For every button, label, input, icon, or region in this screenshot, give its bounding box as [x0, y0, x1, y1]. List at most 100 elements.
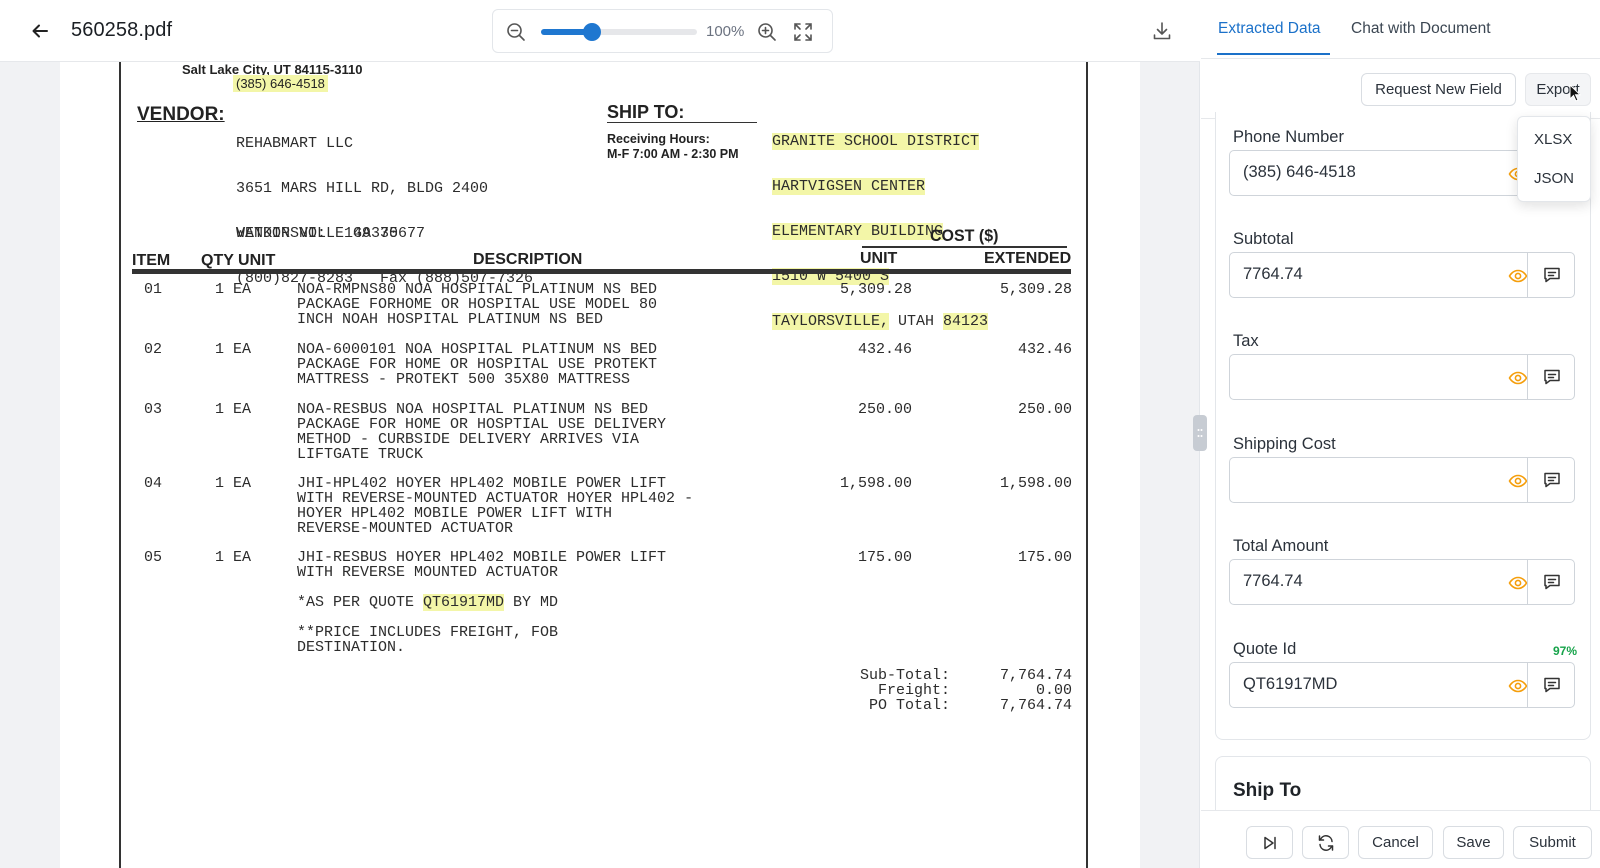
- column-header-description: DESCRIPTION: [473, 251, 583, 268]
- field-value-input[interactable]: [1243, 675, 1493, 694]
- panel-resize-handle[interactable]: [1193, 415, 1207, 451]
- ship-to-line-2: HARTVIGSEN CENTER: [772, 178, 926, 195]
- page-border-left: [119, 62, 121, 868]
- comment-button[interactable]: [1527, 253, 1575, 297]
- receiving-hours-time: M-F 7:00 AM - 2:30 PM: [607, 147, 739, 161]
- ship-to-zip: 84123: [943, 313, 989, 330]
- field-label: Shipping Cost: [1233, 435, 1336, 453]
- row-qty: 1 EA: [215, 475, 252, 492]
- field-value-input[interactable]: [1243, 367, 1493, 386]
- buyer-phone: (385) 646-4518: [233, 75, 328, 92]
- pdf-page: Salt Lake City, UT 84115-3110 (385) 646-…: [60, 62, 1140, 868]
- eye-icon[interactable]: [1508, 368, 1528, 388]
- field-value-input[interactable]: [1243, 470, 1493, 489]
- quote-note-id: QT61917MD: [423, 594, 505, 611]
- ship-to-section: Ship To: [1215, 756, 1591, 816]
- active-tab-indicator: [1217, 53, 1330, 55]
- cost-header-rule: [862, 246, 1067, 248]
- vendor-label: VENDOR:: [137, 104, 225, 125]
- eye-icon[interactable]: [1508, 676, 1528, 696]
- zoom-slider[interactable]: [541, 23, 697, 41]
- download-icon[interactable]: [1151, 20, 1173, 42]
- zoom-level: 100%: [706, 23, 745, 40]
- skip-button[interactable]: [1246, 826, 1293, 859]
- comment-button[interactable]: [1527, 458, 1575, 502]
- row-description: NOA-RESBUS NOA HOSPITAL PLATINUM NS BED …: [297, 401, 667, 463]
- field-value-input[interactable]: [1243, 265, 1493, 284]
- save-button[interactable]: Save: [1443, 826, 1504, 859]
- zoom-slider-thumb[interactable]: [583, 23, 602, 41]
- tab-chat-with-document[interactable]: Chat with Document: [1351, 20, 1491, 38]
- refresh-button[interactable]: [1302, 826, 1349, 859]
- section-title: Ship To: [1233, 780, 1302, 801]
- comment-button[interactable]: [1527, 663, 1575, 707]
- field-input-box: [1229, 252, 1575, 298]
- field-label: Tax: [1233, 332, 1259, 350]
- row-extended: 250.00: [1017, 401, 1072, 418]
- row-description: NOA-6000101 NOA HOSPITAL PLATINUM NS BED…: [297, 341, 658, 388]
- comment-icon: [1543, 574, 1560, 590]
- export-menu: XLSX JSON: [1517, 116, 1591, 202]
- ship-to-underline: [607, 122, 757, 123]
- fullscreen-icon[interactable]: [792, 21, 814, 43]
- cancel-button[interactable]: Cancel: [1358, 826, 1433, 859]
- fields-card: Phone Number Subtotal Tax Shipping Cost Tota…: [1215, 112, 1591, 740]
- receiving-hours: Receiving Hours: M-F 7:00 AM - 2:30 PM: [607, 132, 739, 162]
- row-item: 02: [144, 341, 163, 358]
- row-extended: 5,309.28: [999, 281, 1072, 298]
- row-qty: 1 EA: [215, 341, 252, 358]
- row-qty: 1 EA: [215, 281, 252, 298]
- vendor-street: 3651 MARS HILL RD, BLDG 2400: [236, 180, 489, 197]
- row-description: JHI-HPL402 HOYER HPL402 MOBILE POWER LIF…: [297, 475, 694, 537]
- panel-footer: Cancel Save Submit: [1201, 810, 1600, 868]
- ship-to-state: UTAH: [889, 313, 944, 330]
- export-xlsx-option[interactable]: XLSX: [1534, 131, 1572, 148]
- tab-extracted-data[interactable]: Extracted Data: [1218, 20, 1321, 38]
- field-label: Quote Id: [1233, 640, 1297, 658]
- column-header-unit: UNIT: [860, 250, 898, 267]
- document-title: 560258.pdf: [71, 19, 173, 41]
- field-label: Phone Number: [1233, 128, 1344, 146]
- eye-icon[interactable]: [1508, 471, 1528, 491]
- eye-icon[interactable]: [1508, 573, 1528, 593]
- back-button[interactable]: [22, 14, 58, 48]
- field-label: Subtotal: [1233, 230, 1294, 248]
- field-value-input[interactable]: [1243, 163, 1493, 182]
- vendor-name: REHABMART LLC: [236, 135, 354, 152]
- skip-icon: [1263, 836, 1276, 849]
- confidence-score: 97%: [1552, 644, 1577, 658]
- quote-note-prefix: *AS PER QUOTE: [297, 594, 424, 611]
- export-button[interactable]: Export: [1525, 73, 1591, 106]
- totals-values: 7,764.74 0.00 7,764.74: [999, 667, 1072, 714]
- field-label: Total Amount: [1233, 537, 1329, 555]
- export-json-option[interactable]: JSON: [1534, 170, 1574, 187]
- row-qty: 1 EA: [215, 401, 252, 418]
- zoom-out-icon[interactable]: [505, 21, 527, 43]
- request-new-field-button[interactable]: Request New Field: [1361, 73, 1516, 106]
- row-unit-price: 175.00: [857, 549, 912, 566]
- field-input-box: [1229, 457, 1575, 503]
- comment-icon: [1543, 369, 1560, 385]
- comment-icon: [1543, 267, 1560, 283]
- receiving-hours-title: Receiving Hours:: [607, 132, 710, 146]
- panel-tabs: Extracted Data Chat with Document: [1201, 0, 1600, 59]
- field-input-box: [1229, 662, 1575, 708]
- zoom-in-icon[interactable]: [756, 21, 778, 43]
- back-arrow-icon: [32, 24, 48, 38]
- drag-handle-icon: [1197, 429, 1203, 437]
- row-item: 05: [144, 549, 163, 566]
- comment-button[interactable]: [1527, 355, 1575, 399]
- zoom-controls: 100%: [492, 9, 833, 53]
- row-item: 04: [144, 475, 163, 492]
- row-description: NOA-RMPNS80 NOA HOSPITAL PLATINUM NS BED…: [297, 281, 658, 328]
- comment-icon: [1543, 677, 1560, 693]
- comment-button[interactable]: [1527, 560, 1575, 604]
- row-item: 03: [144, 401, 163, 418]
- row-extended: 432.46: [1017, 341, 1072, 358]
- eye-icon[interactable]: [1508, 266, 1528, 286]
- field-value-input[interactable]: [1243, 572, 1493, 591]
- quote-note-suffix: BY MD: [504, 594, 559, 611]
- row-qty: 1 EA: [215, 549, 252, 566]
- refresh-icon: [1318, 834, 1333, 851]
- submit-button[interactable]: Submit: [1513, 826, 1592, 859]
